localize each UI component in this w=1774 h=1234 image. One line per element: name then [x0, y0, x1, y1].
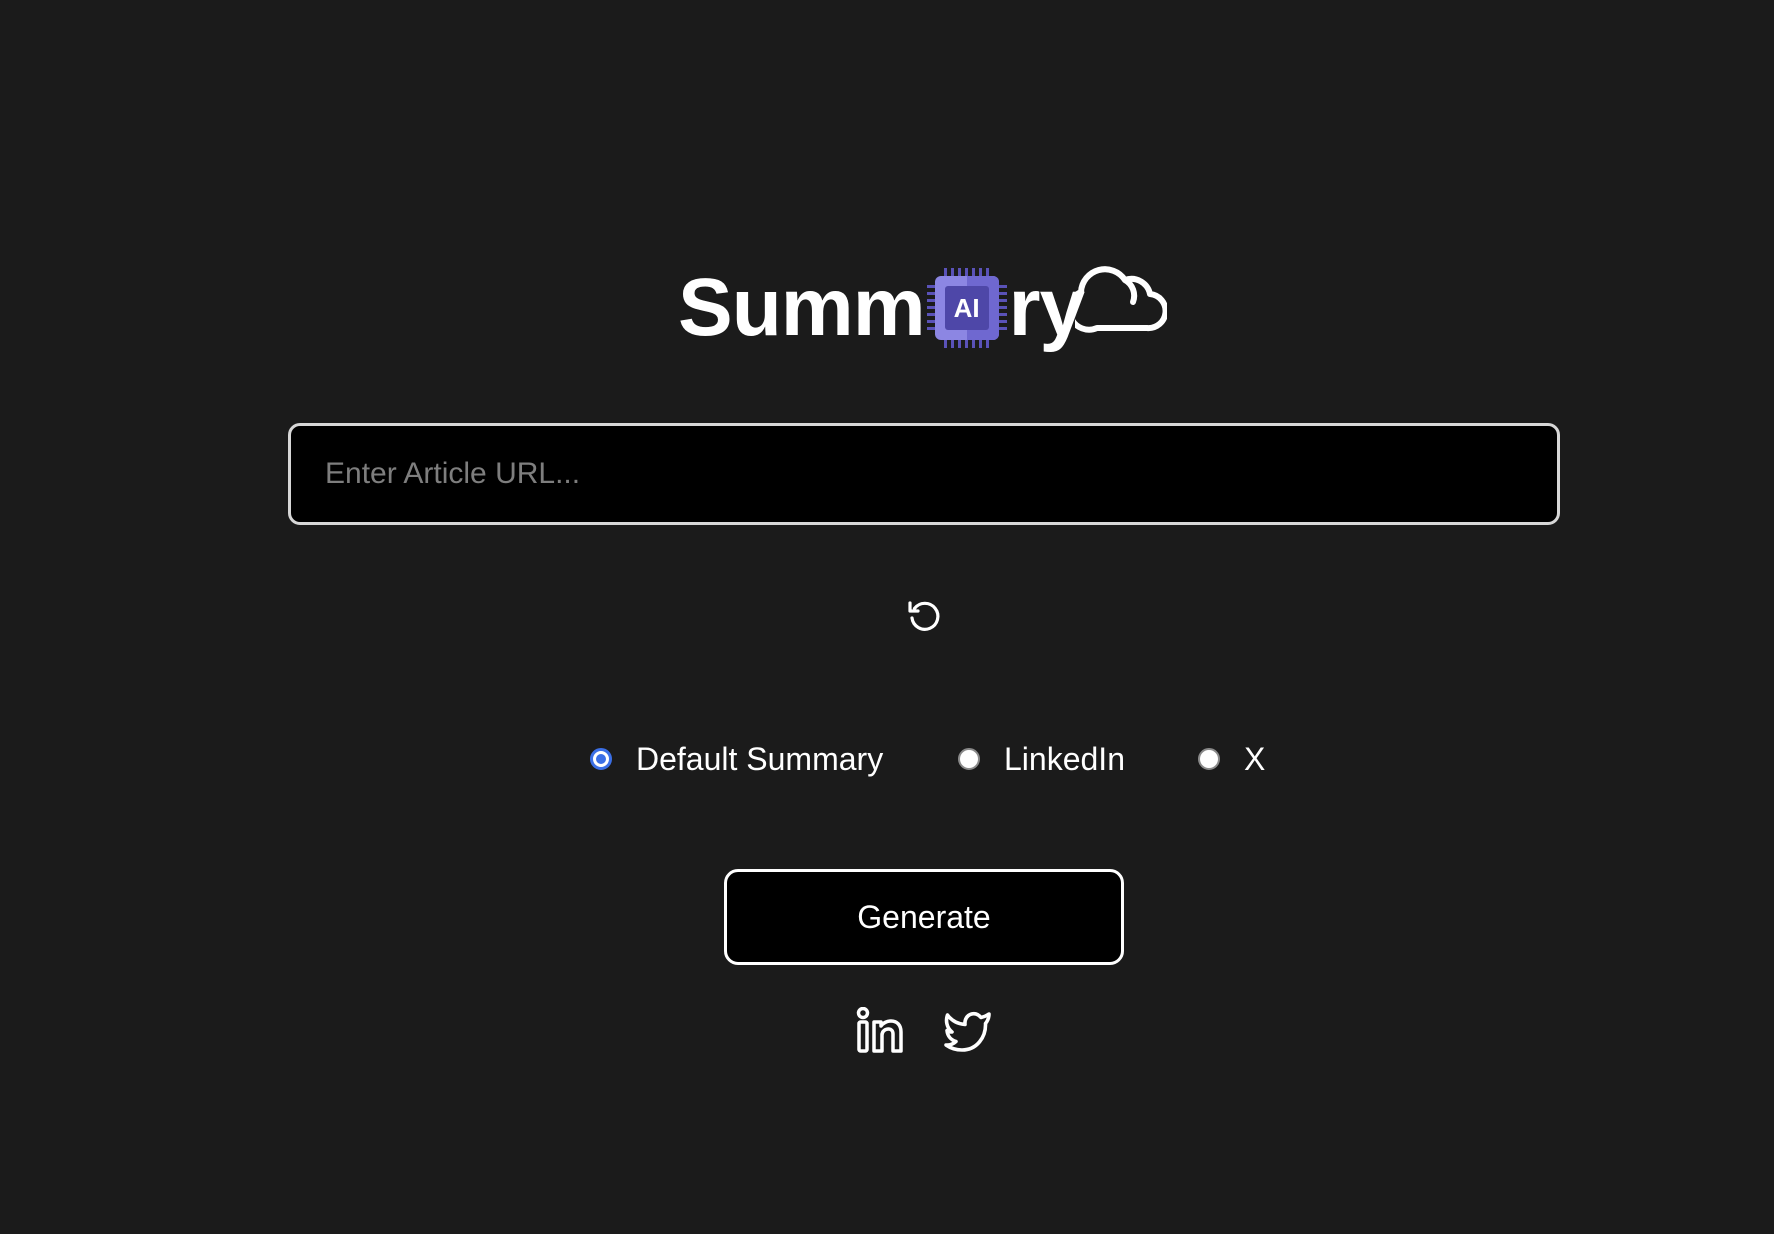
- radio-label-linkedin: LinkedIn: [1004, 740, 1125, 777]
- generate-button[interactable]: Generate: [724, 869, 1124, 965]
- linkedin-icon: [856, 1007, 903, 1053]
- app-logo: Summ AI ry: [678, 248, 1086, 368]
- radio-linkedin[interactable]: [958, 748, 980, 770]
- ai-chip-icon: AI: [926, 268, 1007, 348]
- radio-label-default-summary: Default Summary: [636, 740, 884, 777]
- radio-option-default-summary[interactable]: Default Summary: [590, 737, 883, 781]
- ai-chip-label: AI: [953, 292, 980, 323]
- radio-option-x[interactable]: X: [1198, 737, 1265, 781]
- twitter-link[interactable]: [940, 1003, 996, 1059]
- refresh-icon: [908, 601, 940, 631]
- app-root: Summ AI ry Enter Article URL... Default …: [0, 0, 1774, 1234]
- twitter-icon: [944, 1011, 991, 1052]
- logo-text-end: ry: [1008, 262, 1086, 353]
- radio-x[interactable]: [1198, 748, 1220, 770]
- linkedin-link[interactable]: [852, 1003, 908, 1059]
- logo-text-start: Summ: [678, 262, 926, 353]
- radio-default-summary[interactable]: [590, 748, 612, 770]
- summary-type-radio-group: Default Summary LinkedIn X: [0, 737, 1774, 781]
- article-url-input[interactable]: [288, 423, 1560, 525]
- reset-button[interactable]: [900, 591, 948, 639]
- radio-option-linkedin[interactable]: LinkedIn: [958, 737, 1125, 781]
- cloud-icon: [1066, 250, 1169, 341]
- radio-label-x: X: [1244, 740, 1266, 777]
